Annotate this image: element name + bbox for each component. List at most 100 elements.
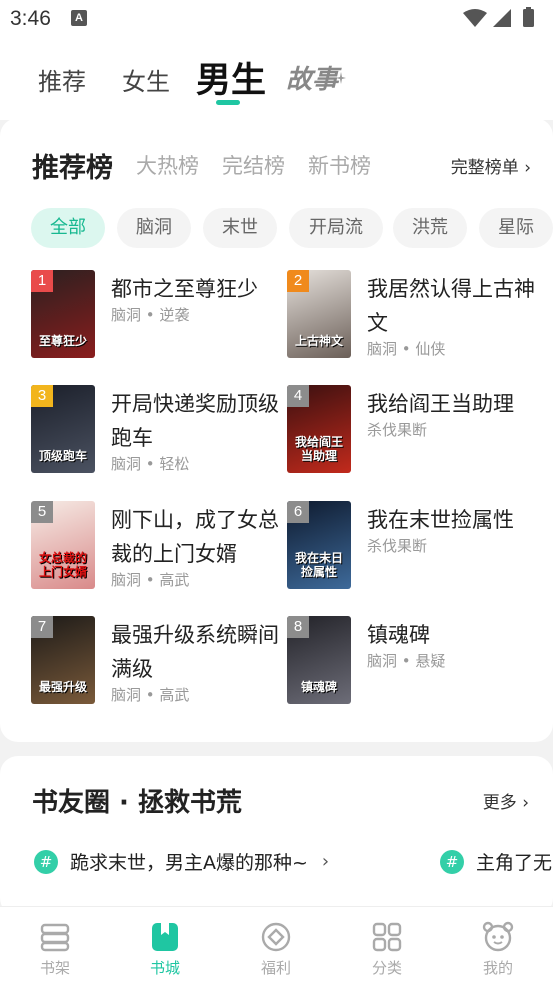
nav-category[interactable]: 分类 [332,907,442,984]
book-item[interactable]: 至尊狂少 1 都市之至尊狂少 脑洞 • 逆袭 [31,270,281,366]
cover-title: 至尊狂少 [38,334,87,348]
cover-title: 镇魂碑 [300,680,337,694]
book-cover[interactable]: 我在末日捡属性 6 [287,501,351,589]
nav-label: 分类 [371,959,402,977]
book-item[interactable]: 镇魂碑 8 镇魂碑 脑洞 • 悬疑 [287,616,537,712]
rank-badge: 6 [287,501,309,523]
topic-text: 主角了无 [476,852,553,874]
book-item[interactable]: 顶级跑车 3 开局快递奖励顶级跑车 脑洞 • 轻松 [31,385,281,481]
nav-label: 书城 [149,959,180,977]
chevron-right-icon: › [321,851,330,872]
cover-title: 上古神文 [294,334,343,348]
tab-hot-rank[interactable]: 大热榜 [136,150,199,180]
chip-interstellar[interactable]: 星际 [479,208,553,248]
book-title[interactable]: 开局快递奖励顶级跑车 [111,387,281,455]
tab-recommend-rank[interactable]: 推荐榜 [32,146,113,185]
bottom-nav: 书架 书城 福利 分类 我的 [0,906,553,984]
chip-brainstorm[interactable]: 脑洞 [117,208,191,248]
status-bar: 3:46 A [0,0,553,40]
topic-item[interactable]: # 主角了无 [440,848,552,878]
rank-badge: 7 [31,616,53,638]
tab-recommend[interactable]: 推荐 [38,62,86,97]
bookshelf-icon [40,923,70,952]
book-cover[interactable]: 女总裁的上门女婿 5 [31,501,95,589]
cover-title: 我给阎王当助理 [294,435,343,463]
book-title[interactable]: 我居然认得上古神文 [367,272,537,340]
rank-badge: 4 [287,385,309,407]
nav-profile[interactable]: 我的 [443,907,553,984]
book-item[interactable]: 女总裁的上门女婿 5 刚下山，成了女总裁的上门女婿 脑洞 • 高武 [31,501,281,597]
chip-all[interactable]: 全部 [31,208,105,248]
nav-bookshelf[interactable]: 书架 [0,907,110,984]
book-cover[interactable]: 上古神文 2 [287,270,351,358]
book-meta: 脑洞 • 轻松 [111,455,190,473]
book-title[interactable]: 我给阎王当助理 [367,387,537,421]
cover-title: 最强升级 [38,680,87,694]
welfare-icon [261,922,291,952]
cover-title: 顶级跑车 [38,449,87,463]
community-more-link[interactable]: 更多 › [483,788,529,813]
rank-badge: 1 [31,270,53,292]
cover-title: 我在末日捡属性 [294,551,343,579]
nav-welfare[interactable]: 福利 [221,907,331,984]
chip-primordial[interactable]: 洪荒 [393,208,467,248]
book-title[interactable]: 我在末世捡属性 [367,503,537,537]
profile-icon [482,921,514,952]
rank-badge: 5 [31,501,53,523]
category-icon [372,922,402,952]
bookstore-icon [152,923,178,951]
full-ranking-link[interactable]: 完整榜单 › [451,153,531,178]
book-title[interactable]: 刚下山，成了女总裁的上门女婿 [111,503,281,571]
tab-male[interactable]: 男生 [196,52,266,103]
hashtag-icon: # [440,849,464,874]
book-title[interactable]: 都市之至尊狂少 [111,272,281,306]
nav-label: 我的 [482,959,513,977]
tab-female[interactable]: 女生 [122,62,170,97]
tab-story[interactable]: 故事 [286,59,338,96]
book-meta: 杀伐果断 [367,537,428,555]
notification-icon: A [71,10,87,26]
genre-chips: 全部 脑洞 末世 开局流 洪荒 星际 [31,208,553,250]
top-tabs: 推荐 女生 男生 故事 [0,40,553,120]
book-cover[interactable]: 顶级跑车 3 [31,385,95,473]
book-meta: 脑洞 • 仙侠 [367,340,446,358]
book-cover[interactable]: 镇魂碑 8 [287,616,351,704]
wifi-icon [463,9,487,27]
rank-badge: 3 [31,385,53,407]
rank-badge: 2 [287,270,309,292]
status-time: 3:46 [10,7,51,30]
book-title[interactable]: 镇魂碑 [367,618,537,652]
sparkle-icon [336,72,346,84]
book-item[interactable]: 上古神文 2 我居然认得上古神文 脑洞 • 仙侠 [287,270,537,366]
book-cover[interactable]: 最强升级 7 [31,616,95,704]
cover-title: 女总裁的上门女婿 [38,551,87,579]
community-card: 书友圈 · 拯救书荒 更多 › # 跪求末世，男主A爆的那种~ › # 主角了无 [0,756,553,916]
chip-apocalypse[interactable]: 末世 [203,208,277,248]
chip-opening[interactable]: 开局流 [289,208,383,248]
signal-icon [493,9,511,27]
book-item[interactable]: 我给阎王当助理 4 我给阎王当助理 杀伐果断 [287,385,537,481]
book-meta: 脑洞 • 悬疑 [367,652,446,670]
nav-label: 书架 [39,959,70,977]
book-meta: 脑洞 • 高武 [111,686,190,704]
nav-label: 福利 [260,959,291,977]
book-meta: 脑洞 • 高武 [111,571,190,589]
tab-indicator [216,100,240,105]
book-cover[interactable]: 我给阎王当助理 4 [287,385,351,473]
topic-item[interactable]: # 跪求末世，男主A爆的那种~ › [34,848,329,878]
book-item[interactable]: 最强升级 7 最强升级系统瞬间满级 脑洞 • 高武 [31,616,281,712]
rank-badge: 8 [287,616,309,638]
tab-finished-rank[interactable]: 完结榜 [222,150,285,180]
book-title[interactable]: 最强升级系统瞬间满级 [111,618,281,686]
book-cover[interactable]: 至尊狂少 1 [31,270,95,358]
hashtag-icon: # [34,849,58,874]
battery-icon [523,9,534,27]
community-title: 书友圈 · 拯救书荒 [32,788,242,818]
ranking-header: 推荐榜 大热榜 完结榜 新书榜 完整榜单 › [0,118,553,208]
book-item[interactable]: 我在末日捡属性 6 我在末世捡属性 杀伐果断 [287,501,537,597]
tab-new-rank[interactable]: 新书榜 [308,150,371,180]
nav-bookstore[interactable]: 书城 [110,907,220,984]
book-meta: 杀伐果断 [367,421,428,439]
topic-text: 跪求末世，男主A爆的那种~ [70,852,308,874]
ranking-card: 推荐榜 大热榜 完结榜 新书榜 完整榜单 › 全部 脑洞 末世 开局流 洪荒 星… [0,118,553,742]
